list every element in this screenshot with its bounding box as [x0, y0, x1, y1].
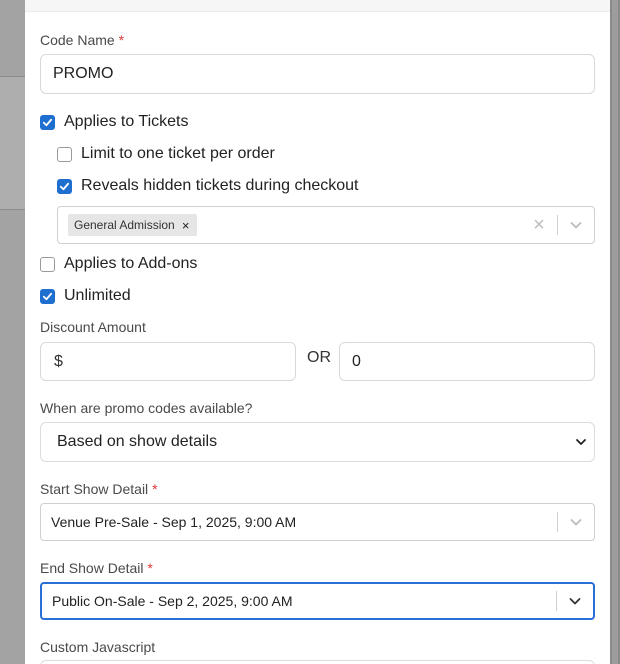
tag-label: General Admission — [74, 218, 175, 232]
applies-addons-row[interactable]: Applies to Add-ons — [40, 255, 197, 273]
check-icon — [42, 292, 53, 300]
end-show-label-text: End Show Detail — [40, 560, 144, 576]
discount-dollar-input[interactable]: $ — [40, 342, 296, 381]
start-show-select[interactable]: Venue Pre-Sale - Sep 1, 2025, 9:00 AM — [40, 503, 595, 541]
end-show-label: End Show Detail * — [40, 560, 153, 576]
promo-code-panel: Code Name * PROMO Applies to Tickets Lim… — [25, 0, 610, 664]
code-name-input[interactable]: PROMO — [40, 54, 595, 94]
custom-js-textarea[interactable] — [40, 660, 595, 664]
clear-icon[interactable]: × — [521, 214, 557, 237]
limit-one-checkbox[interactable] — [57, 146, 72, 162]
availability-value: Based on show details — [57, 433, 218, 450]
applies-tickets-row[interactable]: Applies to Tickets — [40, 113, 189, 131]
reveals-hidden-row[interactable]: Reveals hidden tickets during checkout — [57, 177, 359, 195]
panel-header-strip — [25, 0, 610, 12]
ticket-multiselect[interactable]: General Admission × × — [57, 206, 595, 244]
unlimited-label: Unlimited — [64, 287, 131, 304]
limit-one-label: Limit to one ticket per order — [81, 145, 275, 162]
required-mark: * — [152, 481, 158, 497]
chevron-down-icon[interactable] — [558, 218, 594, 232]
scrollbar-thumb[interactable] — [612, 0, 618, 664]
or-label: OR — [307, 349, 331, 366]
applies-addons-label: Applies to Add-ons — [64, 255, 198, 272]
code-name-label-text: Code Name — [40, 32, 115, 48]
required-mark: * — [147, 560, 153, 576]
code-name-value: PROMO — [53, 65, 114, 82]
page-scrollbar[interactable] — [610, 0, 620, 664]
tag-general-admission: General Admission × — [68, 214, 197, 236]
reveals-hidden-checkbox[interactable] — [57, 178, 72, 194]
chevron-down-icon[interactable] — [557, 594, 593, 608]
chevron-down-icon — [568, 436, 594, 448]
availability-select[interactable]: Based on show details — [40, 422, 595, 462]
tag-remove-icon[interactable]: × — [175, 218, 197, 233]
backdrop-left — [0, 0, 25, 664]
start-show-label-text: Start Show Detail — [40, 481, 149, 497]
start-show-label: Start Show Detail * — [40, 481, 158, 497]
discount-percent-input[interactable]: 0 — [339, 342, 595, 381]
ticket-tags: General Admission × — [58, 214, 521, 236]
end-show-select[interactable]: Public On-Sale - Sep 2, 2025, 9:00 AM — [40, 582, 595, 620]
required-mark: * — [118, 32, 125, 48]
backdrop-band — [0, 76, 25, 210]
reveals-hidden-label: Reveals hidden tickets during checkout — [81, 177, 359, 194]
applies-tickets-label: Applies to Tickets — [64, 113, 189, 130]
applies-addons-checkbox[interactable] — [40, 256, 55, 272]
limit-one-row[interactable]: Limit to one ticket per order — [57, 145, 275, 163]
code-name-label: Code Name * — [40, 32, 124, 48]
check-icon — [42, 118, 53, 126]
applies-tickets-checkbox[interactable] — [40, 114, 55, 130]
custom-js-label: Custom Javascript — [40, 639, 156, 655]
chevron-down-icon[interactable] — [558, 515, 594, 529]
availability-label: When are promo codes available? — [40, 400, 253, 416]
unlimited-checkbox[interactable] — [40, 288, 55, 304]
end-show-value: Public On-Sale - Sep 2, 2025, 9:00 AM — [52, 593, 293, 609]
currency-symbol: $ — [54, 352, 63, 370]
discount-label: Discount Amount — [40, 319, 146, 335]
percent-value: 0 — [352, 352, 361, 370]
start-show-value: Venue Pre-Sale - Sep 1, 2025, 9:00 AM — [51, 514, 297, 530]
unlimited-row[interactable]: Unlimited — [40, 287, 131, 305]
check-icon — [59, 182, 70, 190]
